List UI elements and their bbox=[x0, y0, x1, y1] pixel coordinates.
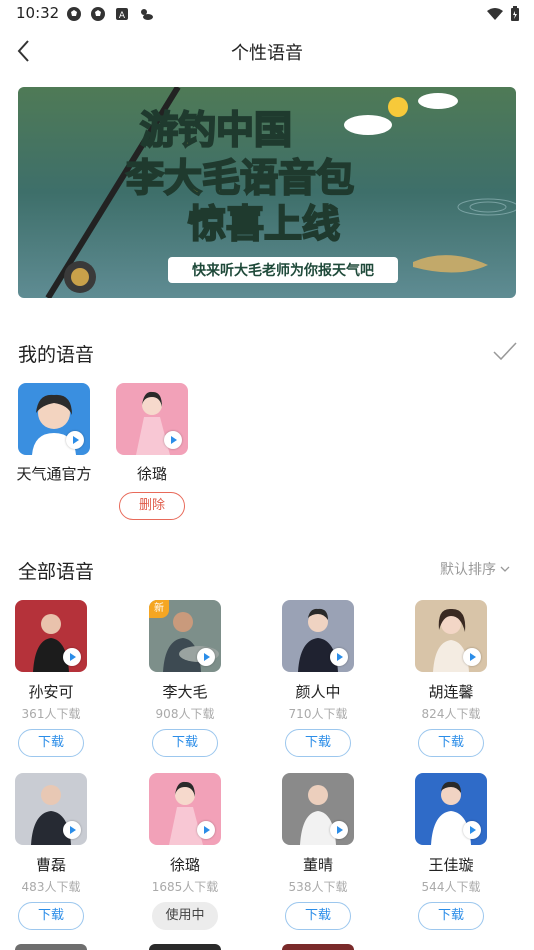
voice-name: 李大毛 bbox=[162, 683, 208, 701]
download-button[interactable]: 下载 bbox=[418, 729, 484, 757]
status-notification-icons: A bbox=[66, 6, 154, 22]
new-badge: 新 bbox=[149, 600, 169, 618]
voice-name: 天气通官方 bbox=[16, 465, 92, 483]
avatar: 新 bbox=[149, 600, 221, 672]
battery-icon bbox=[511, 6, 519, 21]
avatar bbox=[282, 600, 354, 672]
banner-line1: 游钓中国 bbox=[140, 108, 292, 152]
next-row-avatar-peek bbox=[149, 944, 221, 950]
play-icon[interactable] bbox=[463, 648, 481, 666]
soccer-ball-icon bbox=[67, 7, 81, 21]
my-voices-title: 我的语音 bbox=[18, 344, 95, 366]
sort-dropdown[interactable]: 默认排序 bbox=[440, 559, 510, 579]
delete-button[interactable]: 删除 bbox=[119, 492, 185, 520]
voice-name: 董晴 bbox=[302, 856, 333, 874]
download-button[interactable]: 下载 bbox=[18, 729, 84, 757]
voice-card[interactable]: 孙安可 361人下载 下载 bbox=[0, 600, 106, 757]
avatar bbox=[15, 773, 87, 845]
avatar bbox=[415, 773, 487, 845]
download-count: 361人下载 bbox=[21, 707, 81, 721]
download-count: 824人下载 bbox=[421, 707, 481, 721]
soccer-ball-icon bbox=[91, 7, 105, 21]
a-box-icon: A bbox=[116, 8, 128, 21]
avatar bbox=[116, 383, 188, 455]
voice-name: 颜人中 bbox=[295, 683, 341, 701]
download-button[interactable]: 下载 bbox=[18, 902, 84, 930]
voice-name: 曹磊 bbox=[35, 856, 66, 874]
download-count: 483人下载 bbox=[21, 880, 81, 894]
banner-illustration: 游钓中国 李大毛语音包 惊喜上线 快来听大毛老师为你报天气吧 bbox=[18, 87, 516, 298]
voice-card[interactable]: 曹磊 483人下载 下载 bbox=[0, 773, 106, 930]
voice-card[interactable]: 新 李大毛 908人下载 下载 bbox=[130, 600, 240, 757]
voice-name: 王佳璇 bbox=[428, 856, 474, 874]
nav-bar: 个性语音 bbox=[0, 28, 534, 74]
banner-line2: 李大毛语音包 bbox=[126, 156, 354, 200]
download-count: 710人下载 bbox=[288, 707, 348, 721]
download-count: 544人下载 bbox=[421, 880, 481, 894]
checkmark-icon[interactable] bbox=[492, 340, 518, 362]
weather-icon bbox=[141, 9, 153, 20]
voice-card[interactable]: 胡连馨 824人下载 下载 bbox=[396, 600, 506, 757]
banner-tagline: 快来听大毛老师为你报天气吧 bbox=[192, 262, 374, 279]
my-voice-item[interactable]: 徐璐 删除 bbox=[114, 383, 190, 520]
voice-name: 徐璐 bbox=[169, 856, 200, 874]
play-icon[interactable] bbox=[197, 648, 215, 666]
next-row-avatar-peek bbox=[282, 944, 354, 950]
play-icon[interactable] bbox=[63, 821, 81, 839]
avatar bbox=[282, 773, 354, 845]
status-time: 10:32 bbox=[16, 4, 60, 22]
play-icon[interactable] bbox=[330, 821, 348, 839]
download-count: 1685人下载 bbox=[151, 880, 219, 894]
play-icon[interactable] bbox=[463, 821, 481, 839]
download-button[interactable]: 下载 bbox=[152, 729, 218, 757]
my-voice-item[interactable]: 天气通官方 bbox=[16, 383, 92, 484]
play-icon[interactable] bbox=[164, 431, 182, 449]
download-button[interactable]: 下载 bbox=[285, 729, 351, 757]
play-icon[interactable] bbox=[63, 648, 81, 666]
voice-name: 徐璐 bbox=[136, 465, 167, 483]
download-button[interactable]: 下载 bbox=[418, 902, 484, 930]
chevron-down-icon bbox=[500, 566, 510, 572]
play-icon[interactable] bbox=[330, 648, 348, 666]
voice-name: 孙安可 bbox=[28, 683, 74, 701]
voice-card[interactable]: 徐璐 1685人下载 使用中 bbox=[130, 773, 240, 930]
voice-name: 胡连馨 bbox=[428, 683, 474, 701]
play-icon[interactable] bbox=[197, 821, 215, 839]
voice-card[interactable]: 颜人中 710人下载 下载 bbox=[263, 600, 373, 757]
page-title: 个性语音 bbox=[231, 43, 303, 64]
svg-text:A: A bbox=[119, 11, 126, 21]
avatar bbox=[18, 383, 90, 455]
download-count: 908人下载 bbox=[155, 707, 215, 721]
avatar bbox=[15, 600, 87, 672]
in-use-button[interactable]: 使用中 bbox=[152, 902, 218, 930]
sort-label: 默认排序 bbox=[440, 562, 496, 578]
download-count: 538人下载 bbox=[288, 880, 348, 894]
banner-line3: 惊喜上线 bbox=[188, 202, 340, 246]
status-system-icons bbox=[486, 6, 520, 22]
all-voices-title: 全部语音 bbox=[18, 561, 95, 583]
download-button[interactable]: 下载 bbox=[285, 902, 351, 930]
promo-banner[interactable]: 游钓中国 李大毛语音包 惊喜上线 快来听大毛老师为你报天气吧 bbox=[18, 87, 516, 298]
avatar bbox=[149, 773, 221, 845]
avatar bbox=[415, 600, 487, 672]
play-icon[interactable] bbox=[66, 431, 84, 449]
status-bar: 10:32 A bbox=[0, 0, 534, 28]
voice-card[interactable]: 董晴 538人下载 下载 bbox=[263, 773, 373, 930]
wifi-icon bbox=[487, 8, 503, 20]
next-row-avatar-peek bbox=[15, 944, 87, 950]
voice-card[interactable]: 王佳璇 544人下载 下载 bbox=[396, 773, 506, 930]
